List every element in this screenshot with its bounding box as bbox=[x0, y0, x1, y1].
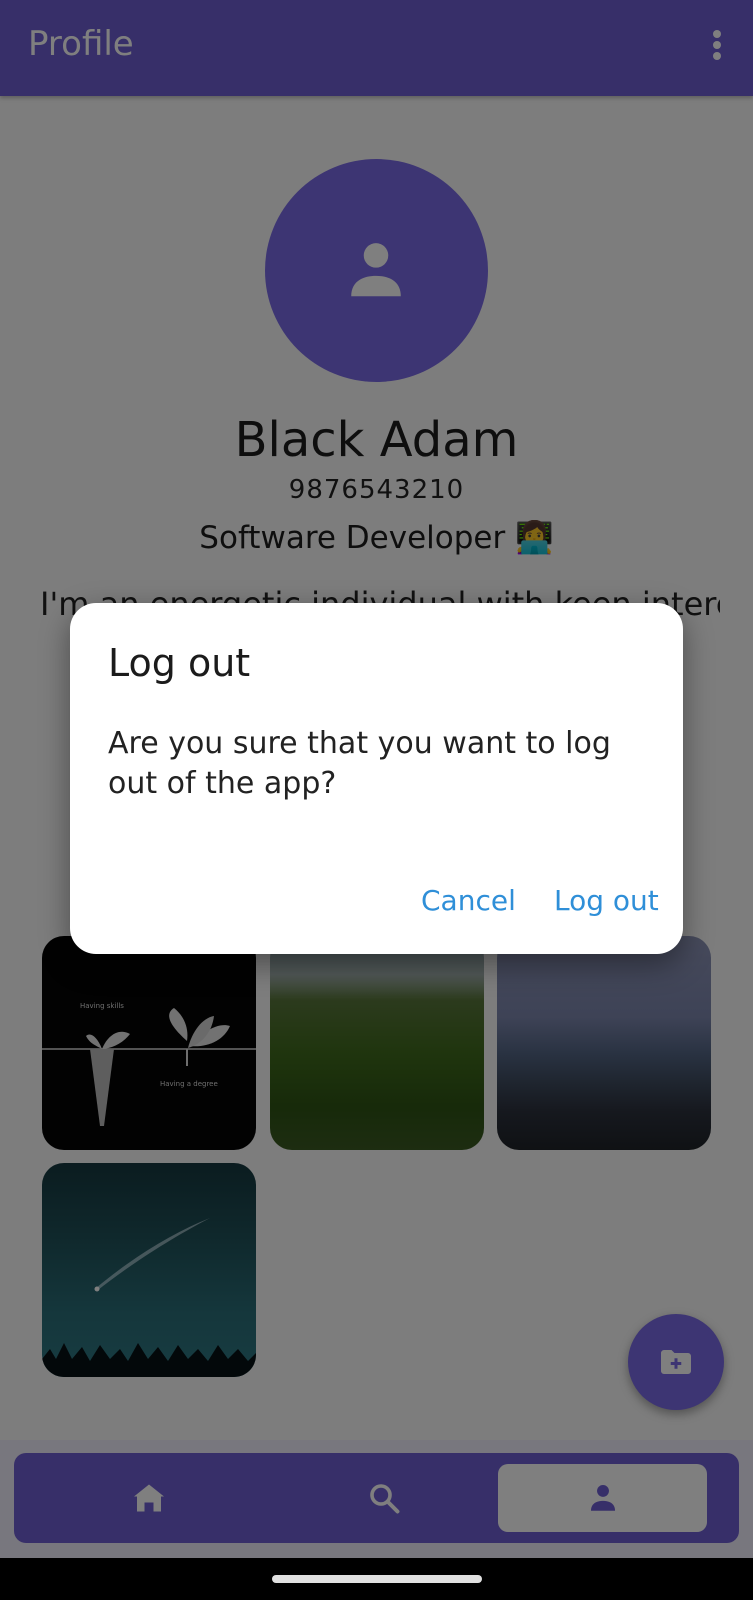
gesture-handle[interactable] bbox=[272, 1575, 482, 1583]
cancel-button[interactable]: Cancel bbox=[421, 884, 516, 917]
system-navigation-bar bbox=[0, 1558, 753, 1600]
confirm-logout-button[interactable]: Log out bbox=[554, 884, 659, 917]
dialog-title: Log out bbox=[108, 641, 251, 685]
dialog-message: Are you sure that you want to log out of… bbox=[108, 726, 611, 801]
logout-dialog: Log out Are you sure that you want to lo… bbox=[70, 603, 683, 954]
